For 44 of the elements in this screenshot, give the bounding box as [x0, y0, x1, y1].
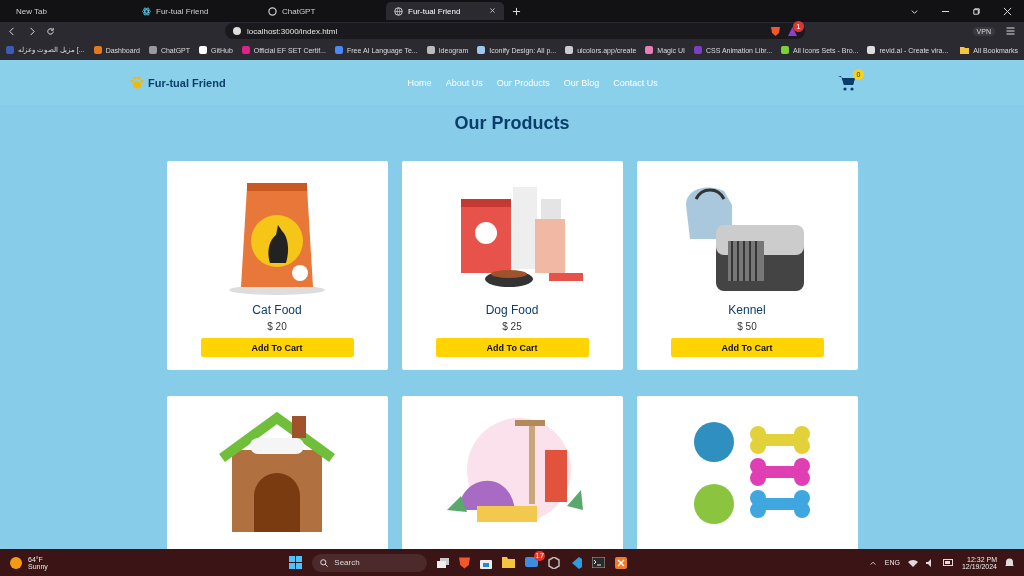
product-name: Dog Food [485, 303, 539, 317]
back-icon[interactable] [8, 26, 17, 36]
forward-icon[interactable] [27, 26, 36, 36]
browser-tab[interactable]: ChatGPT [260, 2, 378, 20]
close-icon[interactable] [1003, 6, 1012, 16]
globe-icon [394, 6, 403, 16]
wifi-icon[interactable] [907, 558, 918, 567]
notification-badge: 1 [793, 20, 804, 32]
hexagon-icon[interactable] [548, 556, 561, 569]
address-field[interactable]: localhost:3000/index.html 1 [225, 23, 805, 39]
menu-icon[interactable] [1005, 26, 1016, 36]
browser-tab[interactable]: Fur-tual Friend [386, 2, 504, 20]
shopping-cart-icon[interactable] [838, 74, 856, 91]
product-price: $ 50 [737, 321, 757, 332]
search-icon [320, 558, 329, 567]
triangle-alert-icon[interactable] [788, 26, 797, 36]
folder-icon [960, 46, 970, 54]
bell-icon[interactable] [1005, 557, 1014, 568]
add-to-cart-button[interactable]: Add To Cart [670, 338, 824, 357]
reload-icon[interactable] [46, 26, 55, 36]
close-icon[interactable] [489, 7, 496, 14]
restore-icon[interactable] [972, 6, 981, 16]
product-price: $ 25 [502, 321, 522, 332]
battery-icon[interactable] [942, 559, 954, 566]
browser-tab[interactable]: New Tab [8, 2, 126, 20]
section-heading: Our Products [453, 113, 571, 134]
product-name: Cat Food [252, 303, 302, 317]
product-name: Kennel [728, 303, 766, 317]
atom-icon [142, 6, 151, 16]
product-price: $ 20 [267, 321, 287, 332]
notification-badge: 17 [534, 550, 546, 561]
site-logo[interactable]: Fur-tual Friend [148, 76, 226, 89]
folder-icon[interactable] [502, 557, 516, 568]
sun-icon [10, 556, 22, 569]
search-field[interactable]: Search [312, 553, 428, 572]
add-to-cart-button[interactable]: Add To Cart [200, 338, 354, 357]
add-to-cart-button[interactable]: Add To Cart [435, 338, 589, 357]
terminal-icon[interactable] [592, 557, 606, 568]
x-box-icon[interactable] [615, 556, 628, 569]
windows-icon[interactable] [289, 556, 303, 569]
task-view-icon[interactable] [437, 557, 450, 568]
browser-tab[interactable]: Fur-tual Friend [134, 2, 252, 20]
plus-icon[interactable] [512, 6, 521, 16]
paw-icon [130, 76, 144, 89]
